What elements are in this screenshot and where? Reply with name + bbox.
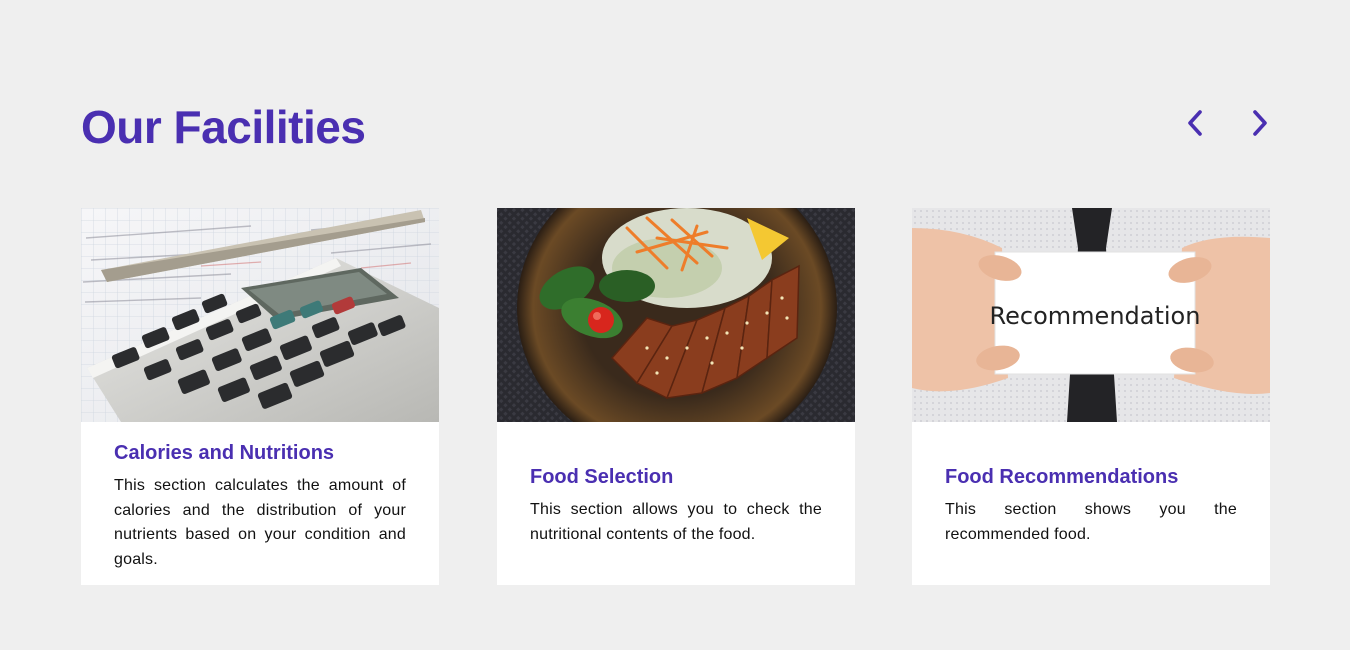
grilled-chicken-salad-image xyxy=(497,208,855,422)
card-title: Calories and Nutritions xyxy=(114,442,335,464)
section-title: Our Facilities xyxy=(81,101,366,153)
facilities-section: Our Facilities Calories and Nutritions T… xyxy=(0,0,1350,650)
card-description: This section allows you to check the nut… xyxy=(530,501,822,543)
card-description: This section calculates the amount of ca… xyxy=(114,477,406,568)
facility-card-food-selection[interactable]: Food Selection This section allows you t… xyxy=(497,208,855,585)
carousel-next-button[interactable] xyxy=(1243,106,1277,140)
chevron-left-icon xyxy=(1188,110,1202,136)
card-title: Food Selection xyxy=(530,466,674,488)
facility-card-recommendations[interactable]: Recommendation Food Recommendations This… xyxy=(912,208,1270,585)
carousel-prev-button[interactable] xyxy=(1178,106,1212,140)
recommendation-card-image: Recommendation xyxy=(912,208,1270,422)
chevron-right-icon xyxy=(1253,110,1267,136)
calculator-image xyxy=(81,208,439,422)
recommendation-card-label: Recommendation xyxy=(990,302,1201,330)
facility-card-calories[interactable]: Calories and Nutritions This section cal… xyxy=(81,208,439,585)
card-body: Food Recommendations This section shows … xyxy=(945,464,1237,547)
card-body: Food Selection This section allows you t… xyxy=(530,464,822,547)
card-body: Calories and Nutritions This section cal… xyxy=(114,440,406,572)
card-description: This section shows you the recommended f… xyxy=(945,501,1237,543)
card-title: Food Recommendations xyxy=(945,466,1179,488)
